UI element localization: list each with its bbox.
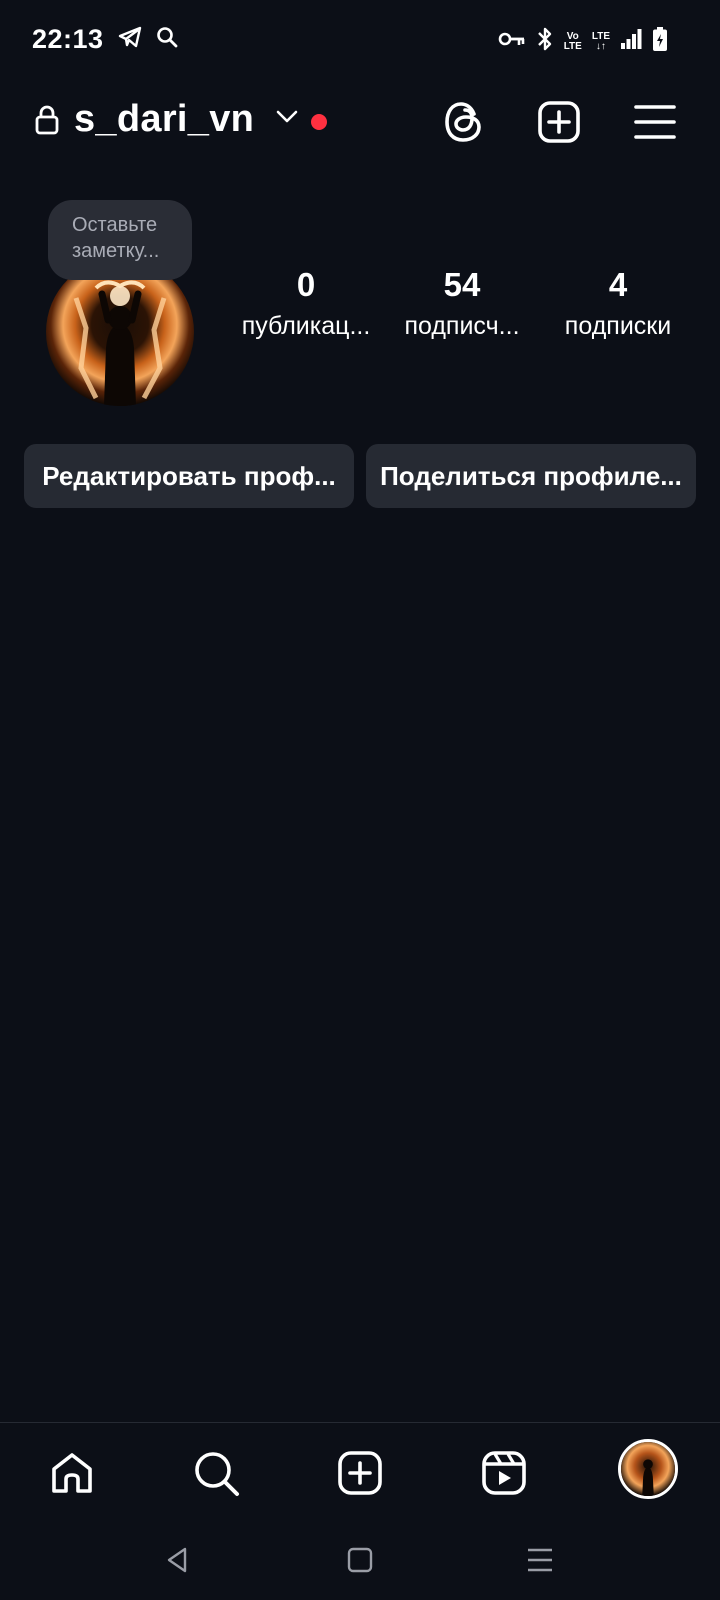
back-button[interactable]: [158, 1540, 198, 1580]
key-icon: [498, 31, 526, 52]
menu-button[interactable]: [631, 98, 679, 146]
back-icon: [167, 1547, 187, 1573]
telegram-icon: [118, 26, 142, 53]
stat-following[interactable]: 4 подписки: [543, 266, 693, 341]
create-button[interactable]: [535, 98, 583, 146]
home-button[interactable]: [340, 1540, 380, 1580]
profile-avatar-icon: [621, 1442, 675, 1496]
volte-top: Vo: [566, 30, 579, 42]
share-profile-button[interactable]: Поделиться профиле...: [366, 444, 696, 508]
nav-create[interactable]: [332, 1445, 388, 1501]
menu-lines-icon: [528, 1548, 552, 1572]
lte-top: LTE: [591, 30, 610, 42]
volte-icon: Vo LTE: [563, 30, 582, 52]
following-label: подписки: [564, 312, 672, 340]
search-icon: [156, 26, 178, 53]
volte-bottom: LTE: [563, 40, 582, 52]
profile-stats: 0 публикац... 54 подписч... 4 подписки: [230, 266, 700, 356]
stat-followers[interactable]: 54 подписч...: [387, 266, 537, 341]
stat-posts[interactable]: 0 публикац...: [231, 266, 381, 341]
nav-profile-avatar[interactable]: [618, 1439, 678, 1499]
profile-screen: 22:13 Vo LTE LTE ↓↑ s_dari_vn Оставьте з…: [0, 0, 720, 1600]
system-navigation: [0, 1518, 720, 1600]
chevron-down-icon[interactable]: [276, 110, 298, 129]
bottom-navigation: [0, 1422, 720, 1518]
threads-icon: [445, 102, 481, 142]
followers-count: 54: [443, 266, 481, 303]
status-bar: 22:13 Vo LTE LTE ↓↑: [0, 0, 720, 80]
notification-dot: [311, 114, 327, 130]
note-line-1: Оставьте: [72, 214, 158, 236]
bluetooth-icon: [536, 26, 554, 57]
search-icon: [195, 1452, 239, 1496]
account-switcher[interactable]: s_dari_vn: [74, 98, 254, 141]
status-right-icons: Vo LTE LTE ↓↑: [498, 26, 668, 57]
hamburger-icon: [634, 105, 676, 139]
home-icon: [52, 1453, 92, 1493]
recents-button[interactable]: [520, 1540, 560, 1580]
following-count: 4: [608, 266, 628, 303]
profile-header: s_dari_vn: [0, 92, 720, 152]
battery-icon: [652, 26, 668, 57]
posts-count: 0: [296, 266, 316, 303]
home-square-icon: [347, 1547, 373, 1573]
status-left-icons: [118, 26, 178, 53]
create-icon: [338, 1451, 382, 1495]
avatar-fire-photo: [46, 258, 194, 406]
status-time: 22:13: [32, 24, 104, 54]
add-note-bubble[interactable]: Оставьте заметку...: [48, 200, 192, 280]
profile-avatar[interactable]: [46, 258, 194, 406]
nav-search[interactable]: [188, 1445, 244, 1501]
plus-square-icon: [538, 101, 580, 143]
nav-home[interactable]: [44, 1445, 100, 1501]
reels-icon: [482, 1451, 526, 1495]
threads-button[interactable]: [440, 98, 488, 146]
followers-label: подписч...: [404, 312, 520, 340]
note-line-2: заметку...: [72, 240, 160, 262]
nav-reels[interactable]: [476, 1445, 532, 1501]
signal-icon: [620, 28, 642, 55]
edit-profile-button[interactable]: Редактировать проф...: [24, 444, 354, 508]
lte-arrows: ↓↑: [595, 40, 606, 52]
lte-icon: LTE ↓↑: [591, 30, 610, 52]
posts-label: публикац...: [241, 312, 371, 340]
lock-icon: [34, 104, 60, 141]
